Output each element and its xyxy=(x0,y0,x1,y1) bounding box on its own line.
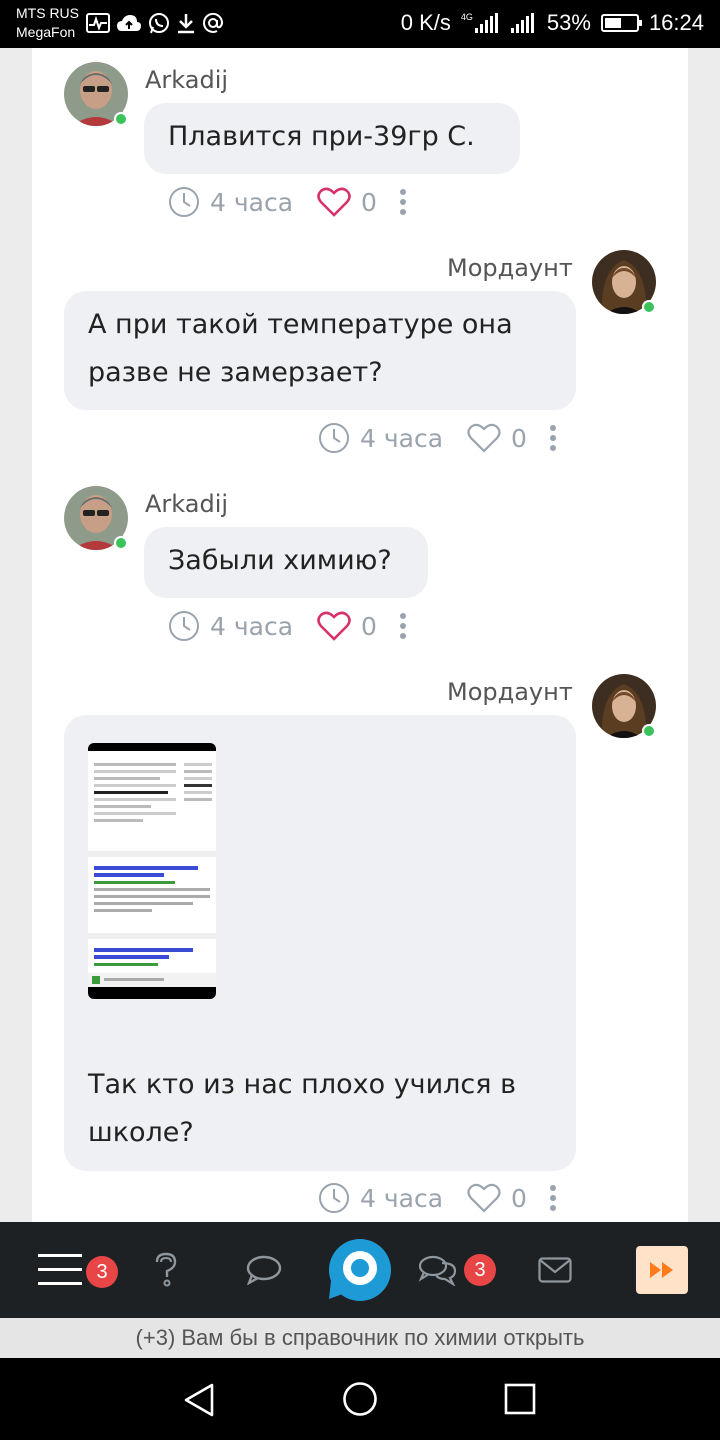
online-indicator xyxy=(642,724,656,738)
fast-forward-icon xyxy=(650,1262,673,1278)
skip-forward-button[interactable] xyxy=(636,1222,688,1318)
avatar-mordaunt[interactable] xyxy=(592,250,656,314)
net-type: 4G xyxy=(460,12,473,22)
chats-icon xyxy=(418,1255,457,1286)
more-options-icon[interactable] xyxy=(399,188,407,216)
back-triangle-icon xyxy=(184,1383,214,1417)
like-count: 0 xyxy=(511,423,527,453)
message-meta: 4 часа 0 xyxy=(168,184,407,220)
clock: 16:24 xyxy=(648,10,704,35)
back-button[interactable] xyxy=(182,1382,218,1418)
home-circle-icon xyxy=(343,1382,377,1416)
notification-icons xyxy=(86,12,224,34)
avatar-arkadij[interactable] xyxy=(64,62,128,126)
message-meta: 4 часа 0 xyxy=(318,1180,557,1216)
activity-icon xyxy=(86,13,110,33)
whatsapp-icon xyxy=(149,13,169,34)
notification-bar[interactable]: (+3) Вам бы в справочник по химии открыт… xyxy=(0,1318,720,1358)
battery-percent: 53% xyxy=(546,10,591,35)
signal-icon xyxy=(510,13,534,33)
net-speed: 0 K/s xyxy=(400,10,451,35)
recents-square-icon xyxy=(504,1383,536,1415)
message-time: 4 часа xyxy=(360,1183,444,1213)
mail-icon xyxy=(538,1257,572,1283)
status-bar: MTS RUS MegaFon 0 K/s 4G 53% 16:24 xyxy=(0,0,720,48)
carrier-info: MTS RUS MegaFon xyxy=(16,4,79,42)
author-name[interactable]: Arkadij xyxy=(145,490,228,518)
chats-badge: 3 xyxy=(464,1254,496,1286)
more-options-icon[interactable] xyxy=(399,612,407,640)
comments-thread: Arkadij Плавится при-39гр С. 4 часа 0 Мо… xyxy=(32,48,688,1222)
question-icon xyxy=(155,1252,177,1287)
carrier-line-2: MegaFon xyxy=(16,24,76,40)
avatar-mordaunt[interactable] xyxy=(592,674,656,738)
menu-button[interactable] xyxy=(30,1222,90,1318)
hamburger-icon xyxy=(38,1254,82,1285)
at-sign-icon xyxy=(203,12,224,33)
like-count: 0 xyxy=(361,187,377,217)
author-name[interactable]: Мордаунт xyxy=(447,254,573,282)
message-text: А при такой температуре она разве не зам… xyxy=(88,309,513,388)
comment-icon xyxy=(246,1255,282,1285)
status-right: 0 K/s 4G 53% 16:24 xyxy=(401,10,704,36)
cloud-upload-icon xyxy=(117,15,141,31)
message-text: Так кто из нас плохо учился в школе? xyxy=(88,1069,517,1148)
message-time: 4 часа xyxy=(360,423,444,453)
message-meta: 4 часа 0 xyxy=(168,608,407,644)
download-icon xyxy=(178,14,194,34)
more-options-icon[interactable] xyxy=(549,424,557,452)
message-text: Плавится при-39гр С. xyxy=(168,121,475,152)
message-bubble: Забыли химию? xyxy=(144,527,428,598)
menu-badge: 3 xyxy=(86,1256,118,1288)
home-button[interactable] xyxy=(342,1381,378,1417)
carrier-line-1: MTS RUS xyxy=(16,5,79,21)
message-text: Забыли химию? xyxy=(168,545,392,576)
questions-button[interactable] xyxy=(140,1222,192,1318)
author-name[interactable]: Arkadij xyxy=(145,66,228,94)
logo-icon xyxy=(329,1239,391,1301)
more-options-icon[interactable] xyxy=(549,1184,557,1212)
bottom-nav: 3 3 xyxy=(0,1222,720,1318)
message-bubble: Плавится при-39гр С. xyxy=(144,103,520,174)
home-logo-button[interactable] xyxy=(326,1222,394,1318)
message-time: 4 часа xyxy=(210,187,294,217)
clock-icon xyxy=(319,423,349,453)
chats-button[interactable] xyxy=(410,1222,466,1318)
message-bubble: Так кто из нас плохо учился в школе? xyxy=(64,715,576,1171)
messages-button[interactable] xyxy=(528,1222,582,1318)
system-nav-bar xyxy=(0,1358,720,1440)
battery-icon xyxy=(600,14,642,32)
clock-icon xyxy=(169,611,199,641)
online-indicator xyxy=(114,536,128,550)
attached-screenshot[interactable] xyxy=(88,743,216,999)
recents-button[interactable] xyxy=(504,1383,536,1415)
like-count: 0 xyxy=(511,1183,527,1213)
author-name[interactable]: Мордаунт xyxy=(447,678,573,706)
online-indicator xyxy=(642,300,656,314)
message-bubble: А при такой температуре она разве не зам… xyxy=(64,291,576,410)
clock-icon xyxy=(319,1183,349,1213)
heart-icon[interactable] xyxy=(467,1182,501,1214)
clock-icon xyxy=(169,187,199,217)
notification-text: (+3) Вам бы в справочник по химии открыт… xyxy=(135,1325,585,1350)
heart-icon[interactable] xyxy=(317,186,351,218)
lte-signal-icon: 4G xyxy=(461,13,501,33)
like-count: 0 xyxy=(361,611,377,641)
comments-button[interactable] xyxy=(236,1222,292,1318)
heart-icon[interactable] xyxy=(467,422,501,454)
online-indicator xyxy=(114,112,128,126)
message-time: 4 часа xyxy=(210,611,294,641)
heart-icon[interactable] xyxy=(317,610,351,642)
message-meta: 4 часа 0 xyxy=(318,420,557,456)
avatar-arkadij[interactable] xyxy=(64,486,128,550)
